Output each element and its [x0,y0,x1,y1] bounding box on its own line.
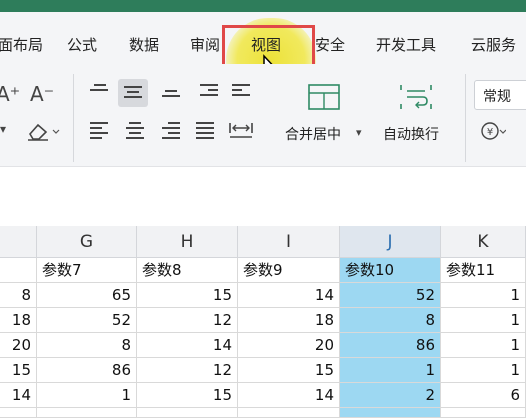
tab-developer-tools[interactable]: 开发工具 [376,34,436,55]
merge-center-icon[interactable] [306,82,342,112]
column-header-I[interactable]: I [238,226,340,258]
table-cell[interactable]: 52 [37,308,137,333]
align-center-icon[interactable] [126,122,146,139]
increase-font-size-icon[interactable]: A⁺ [0,82,20,106]
table-cell[interactable]: 15 [238,358,340,383]
ribbon-toolbar: A⁺ A⁻ ▾ 合并居中 ▾ 自动换行 常规 ¥ [0,64,526,166]
table-cell[interactable]: 86 [37,358,137,383]
align-top-icon[interactable] [90,84,110,100]
table-cell[interactable]: 18 [238,308,340,333]
tab-formulas[interactable]: 公式 [67,34,97,55]
table-cell[interactable]: 15 [0,358,37,383]
title-bar [0,0,526,12]
column-header-J[interactable]: J [340,226,441,258]
align-middle-button[interactable] [118,79,148,107]
table-cell[interactable]: 参数9 [238,258,340,283]
table-cell[interactable]: 52 [340,283,441,308]
table-cell[interactable]: 12 [137,308,238,333]
table-cell[interactable]: 65 [37,283,137,308]
table-cell[interactable]: 1 [441,308,526,333]
tab-security[interactable]: 安全 [315,34,345,55]
tab-review[interactable]: 审阅 [190,34,220,55]
table-cell[interactable]: 8 [0,283,37,308]
table-cell[interactable]: 14 [238,383,340,408]
increase-indent-icon[interactable] [232,84,252,100]
table-cell[interactable]: 86 [340,333,441,358]
table-cell[interactable]: 参数8 [137,258,238,283]
align-middle-icon [124,86,144,102]
table-cell[interactable]: 参数7 [37,258,137,283]
table-cell[interactable] [0,258,37,283]
distributed-align-icon[interactable] [228,119,254,139]
table-cell[interactable] [238,408,340,418]
column-header-H[interactable]: H [137,226,238,258]
divider [0,166,526,167]
number-format-select[interactable]: 常规 [474,80,526,110]
currency-icon[interactable]: ¥ [480,120,506,142]
decrease-indent-icon[interactable] [200,84,220,100]
decrease-font-size-icon[interactable]: A⁻ [30,82,54,106]
merge-dropdown-arrow-icon[interactable]: ▾ [356,126,362,139]
table-cell[interactable] [441,408,526,418]
table-cell[interactable]: 20 [0,333,37,358]
table-cell[interactable]: 8 [340,308,441,333]
tab-cloud-services[interactable]: 云服务 [471,34,516,55]
currency-symbol: ¥ [487,127,493,138]
table-cell[interactable]: 1 [37,383,137,408]
table-cell[interactable]: 参数11 [441,258,526,283]
table-cell[interactable]: 18 [0,308,37,333]
align-left-icon[interactable] [90,122,110,139]
table-cell[interactable]: 1 [441,358,526,383]
table-cell[interactable]: 14 [0,383,37,408]
table-cell[interactable]: 1 [441,333,526,358]
table-cell[interactable]: 8 [37,333,137,358]
wrap-text-icon[interactable] [398,82,434,112]
table-cell[interactable] [37,408,137,418]
formula-area-gap [0,166,526,226]
table-cell[interactable] [0,408,37,418]
table-cell[interactable]: 1 [340,358,441,383]
table-cell[interactable]: 1 [441,283,526,308]
column-header-K[interactable]: K [441,226,526,258]
wrap-text-label[interactable]: 自动换行 [383,124,439,144]
tab-data[interactable]: 数据 [129,34,159,55]
font-dropdown-arrow-icon[interactable]: ▾ [0,122,6,136]
table-cell[interactable]: 14 [238,283,340,308]
table-cell[interactable]: 2 [340,383,441,408]
table-cell[interactable]: 15 [137,283,238,308]
justify-icon[interactable] [196,122,216,139]
table-cell[interactable] [137,408,238,418]
tab-page-layout[interactable]: 面布局 [0,34,43,55]
merge-center-label[interactable]: 合并居中 [285,124,341,144]
table-cell[interactable]: 20 [238,333,340,358]
eraser-icon[interactable] [26,120,60,142]
table-cell[interactable]: 参数10 [340,258,441,283]
table-cell[interactable]: 12 [137,358,238,383]
ribbon-separator [465,74,466,162]
table-cell[interactable]: 14 [137,333,238,358]
table-cell[interactable]: 6 [441,383,526,408]
align-bottom-icon[interactable] [162,86,182,102]
column-header-G[interactable]: G [37,226,137,258]
ribbon-separator [73,74,74,162]
column-header-F[interactable] [0,226,37,258]
number-format-value: 常规 [483,89,511,105]
table-cell[interactable] [340,408,441,418]
table-cell[interactable]: 15 [137,383,238,408]
spreadsheet-grid: G H I J K 参数7 参数8 参数9 参数10 参数11 8 65 15 … [0,226,526,418]
align-right-icon[interactable] [162,122,182,139]
